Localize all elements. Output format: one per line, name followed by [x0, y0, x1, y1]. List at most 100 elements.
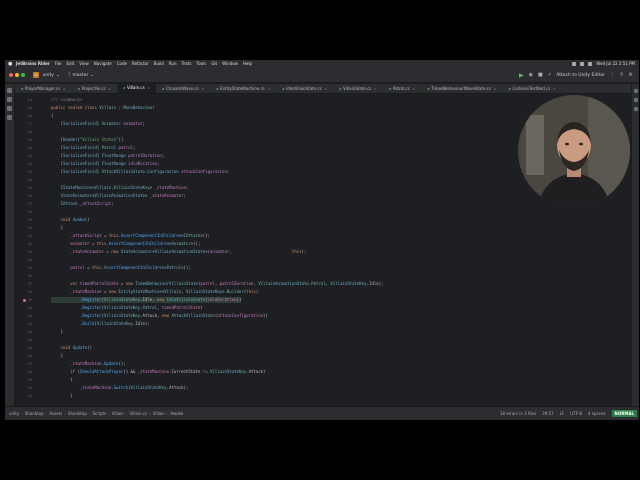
- ai-assistant-icon[interactable]: [633, 107, 638, 111]
- line-number[interactable]: 45: [18, 345, 32, 351]
- code-line[interactable]: [SerializeField] AttackVillainState.Conf…: [51, 169, 230, 175]
- line-number[interactable]: 37: [18, 281, 32, 287]
- line-number[interactable]: 31: [18, 233, 32, 239]
- line-number[interactable]: 34: [18, 257, 32, 263]
- breakpoint-icon[interactable]: [23, 298, 26, 302]
- code-line[interactable]: if (ShouldAttackPlayer() && _stateMachin…: [51, 369, 265, 375]
- breadcrumb-item[interactable]: Shanktop: [25, 411, 44, 416]
- line-number[interactable]: 41: [18, 313, 32, 319]
- settings-icon[interactable]: ⚙: [629, 72, 633, 78]
- menu-tools[interactable]: Tools: [196, 60, 206, 68]
- menu-view[interactable]: View: [79, 60, 89, 68]
- breadcrumb-item[interactable]: Awake: [170, 411, 183, 416]
- code-line[interactable]: }: [51, 393, 72, 399]
- line-number[interactable]: 48: [18, 369, 32, 375]
- tab-playermanager-cs[interactable]: # PlayerManager.cs ×: [15, 84, 72, 93]
- code-line[interactable]: [SerializeField] FloatRange patrolDurati…: [51, 153, 165, 159]
- line-number[interactable]: 24: [18, 177, 32, 183]
- code-line[interactable]: var timedPatrolState = new TimedBehaviou…: [51, 281, 383, 287]
- debug-icon[interactable]: ◉: [529, 72, 533, 78]
- code-line[interactable]: void Awake(): [51, 217, 90, 223]
- code-line[interactable]: animator = this.AssertComponentInChildre…: [51, 241, 200, 247]
- breadcrumb-item[interactable]: Assets: [49, 411, 62, 416]
- menu-window[interactable]: Window: [222, 60, 238, 68]
- line-number[interactable]: 28: [18, 209, 32, 215]
- file-encoding[interactable]: UTF-8: [570, 411, 582, 416]
- code-line[interactable]: _stateAnimator = new StateAnimator<Villa…: [51, 249, 306, 255]
- code-line[interactable]: patrol = this.AssertComponentInChildren<…: [51, 265, 190, 271]
- breadcrumb-item[interactable]: Villain: [153, 411, 165, 416]
- line-number[interactable]: 20: [18, 145, 32, 151]
- caret-position[interactable]: 39:57: [542, 411, 554, 416]
- line-number[interactable]: 46: [18, 353, 32, 359]
- code-line[interactable]: .Register(VillainStateKey.Attack, new At…: [51, 313, 268, 319]
- line-number[interactable]: 40: [18, 305, 32, 311]
- code-line[interactable]: void Update(): [51, 345, 92, 351]
- line-number[interactable]: 16: [18, 113, 32, 119]
- line-number[interactable]: 22: [18, 161, 32, 167]
- close-tab-icon[interactable]: ×: [267, 84, 270, 93]
- code-line[interactable]: .Build(VillainStateKey.Idle);: [51, 321, 150, 327]
- close-tab-icon[interactable]: ×: [63, 84, 66, 93]
- code-line[interactable]: {: [51, 377, 72, 383]
- code-line[interactable]: _stateMachine.Switch(VillainStateKey.Att…: [51, 385, 188, 391]
- tab-chaseinwave-cs[interactable]: # ChaseInWave.cs ×: [156, 84, 210, 93]
- more-icon[interactable]: ⋮: [610, 72, 615, 78]
- notifications-icon[interactable]: [633, 89, 638, 93]
- stop-icon[interactable]: ■: [538, 72, 543, 78]
- apple-menu-icon[interactable]: ●: [8, 60, 13, 68]
- breadcrumb-item[interactable]: Scripts: [92, 411, 106, 416]
- breadcrumb-item[interactable]: Villain: [112, 411, 124, 416]
- code-line[interactable]: {: [51, 113, 53, 119]
- line-number[interactable]: 17: [18, 121, 32, 127]
- line-number[interactable]: 26: [18, 193, 32, 199]
- search-icon[interactable]: ⚲: [620, 72, 624, 78]
- close-tab-icon[interactable]: ×: [553, 84, 556, 93]
- close-tab-icon[interactable]: ×: [493, 84, 496, 93]
- line-number[interactable]: 25: [18, 185, 32, 191]
- menu-edit[interactable]: Edit: [67, 60, 75, 68]
- close-tab-icon[interactable]: ×: [201, 84, 204, 93]
- line-number[interactable]: 38: [18, 289, 32, 295]
- line-number[interactable]: 14: [18, 97, 32, 103]
- menu-file[interactable]: File: [55, 60, 62, 68]
- line-number[interactable]: 23: [18, 169, 32, 175]
- tab-collisiontestbed-cs[interactable]: # CollisionTestBed.cs ×: [502, 84, 561, 93]
- line-number[interactable]: 49: [18, 377, 32, 383]
- menu-refactor[interactable]: Refactor: [132, 60, 149, 68]
- structure-tool-icon[interactable]: [7, 106, 12, 111]
- code-line[interactable]: [Header("Villain States")]: [51, 137, 124, 143]
- problems-indicator[interactable]: 18 errors in 3 files: [500, 411, 536, 416]
- line-number[interactable]: 42: [18, 321, 32, 327]
- menu-build[interactable]: Build: [154, 60, 164, 68]
- attach-to-unity-button[interactable]: Attach to Unity Editor: [556, 73, 605, 78]
- code-line[interactable]: _stateMachine = new EntityStateMachine<V…: [51, 289, 258, 295]
- wifi-icon[interactable]: [572, 62, 577, 66]
- battery-icon[interactable]: [580, 62, 585, 66]
- line-number[interactable]: 15: [18, 105, 32, 111]
- code-line[interactable]: .Register(VillainStateKey.Patrol, timedP…: [51, 305, 203, 311]
- line-number[interactable]: 51: [18, 393, 32, 399]
- breadcrumb-item[interactable]: Shanktop: [68, 411, 87, 416]
- line-number[interactable]: 27: [18, 201, 32, 207]
- close-tab-icon[interactable]: ×: [108, 84, 111, 93]
- run-icon[interactable]: ▶: [519, 72, 524, 79]
- code-line[interactable]: [SerializeField] FloatRange idleDuration…: [51, 161, 160, 167]
- tab-entitystatemachine-cs[interactable]: # EntityStateMachine.cs ×: [210, 84, 276, 93]
- menu-git[interactable]: Git: [211, 60, 217, 68]
- code-line[interactable]: [SerializeField] Patrol patrol;: [51, 145, 136, 151]
- menu-code[interactable]: Code: [117, 60, 127, 68]
- minimize-window-button[interactable]: [15, 73, 19, 77]
- indent-setting[interactable]: 4 spaces: [588, 411, 606, 416]
- line-number[interactable]: 43: [18, 329, 32, 335]
- code-line[interactable]: /// <summary>: [51, 97, 82, 103]
- line-separator[interactable]: LF: [560, 411, 565, 416]
- code-line[interactable]: }: [51, 329, 63, 335]
- database-icon[interactable]: [633, 98, 638, 102]
- code-line[interactable]: public sealed class Villain : MonoBehavi…: [51, 105, 155, 111]
- line-number[interactable]: 18: [18, 129, 32, 135]
- control-center-icon[interactable]: [588, 62, 593, 66]
- code-line-current[interactable]: .Register(VillainStateKey.Idle, new Idle…: [51, 297, 242, 303]
- line-number[interactable]: 30: [18, 225, 32, 231]
- breadcrumb-item[interactable]: unity: [9, 411, 19, 416]
